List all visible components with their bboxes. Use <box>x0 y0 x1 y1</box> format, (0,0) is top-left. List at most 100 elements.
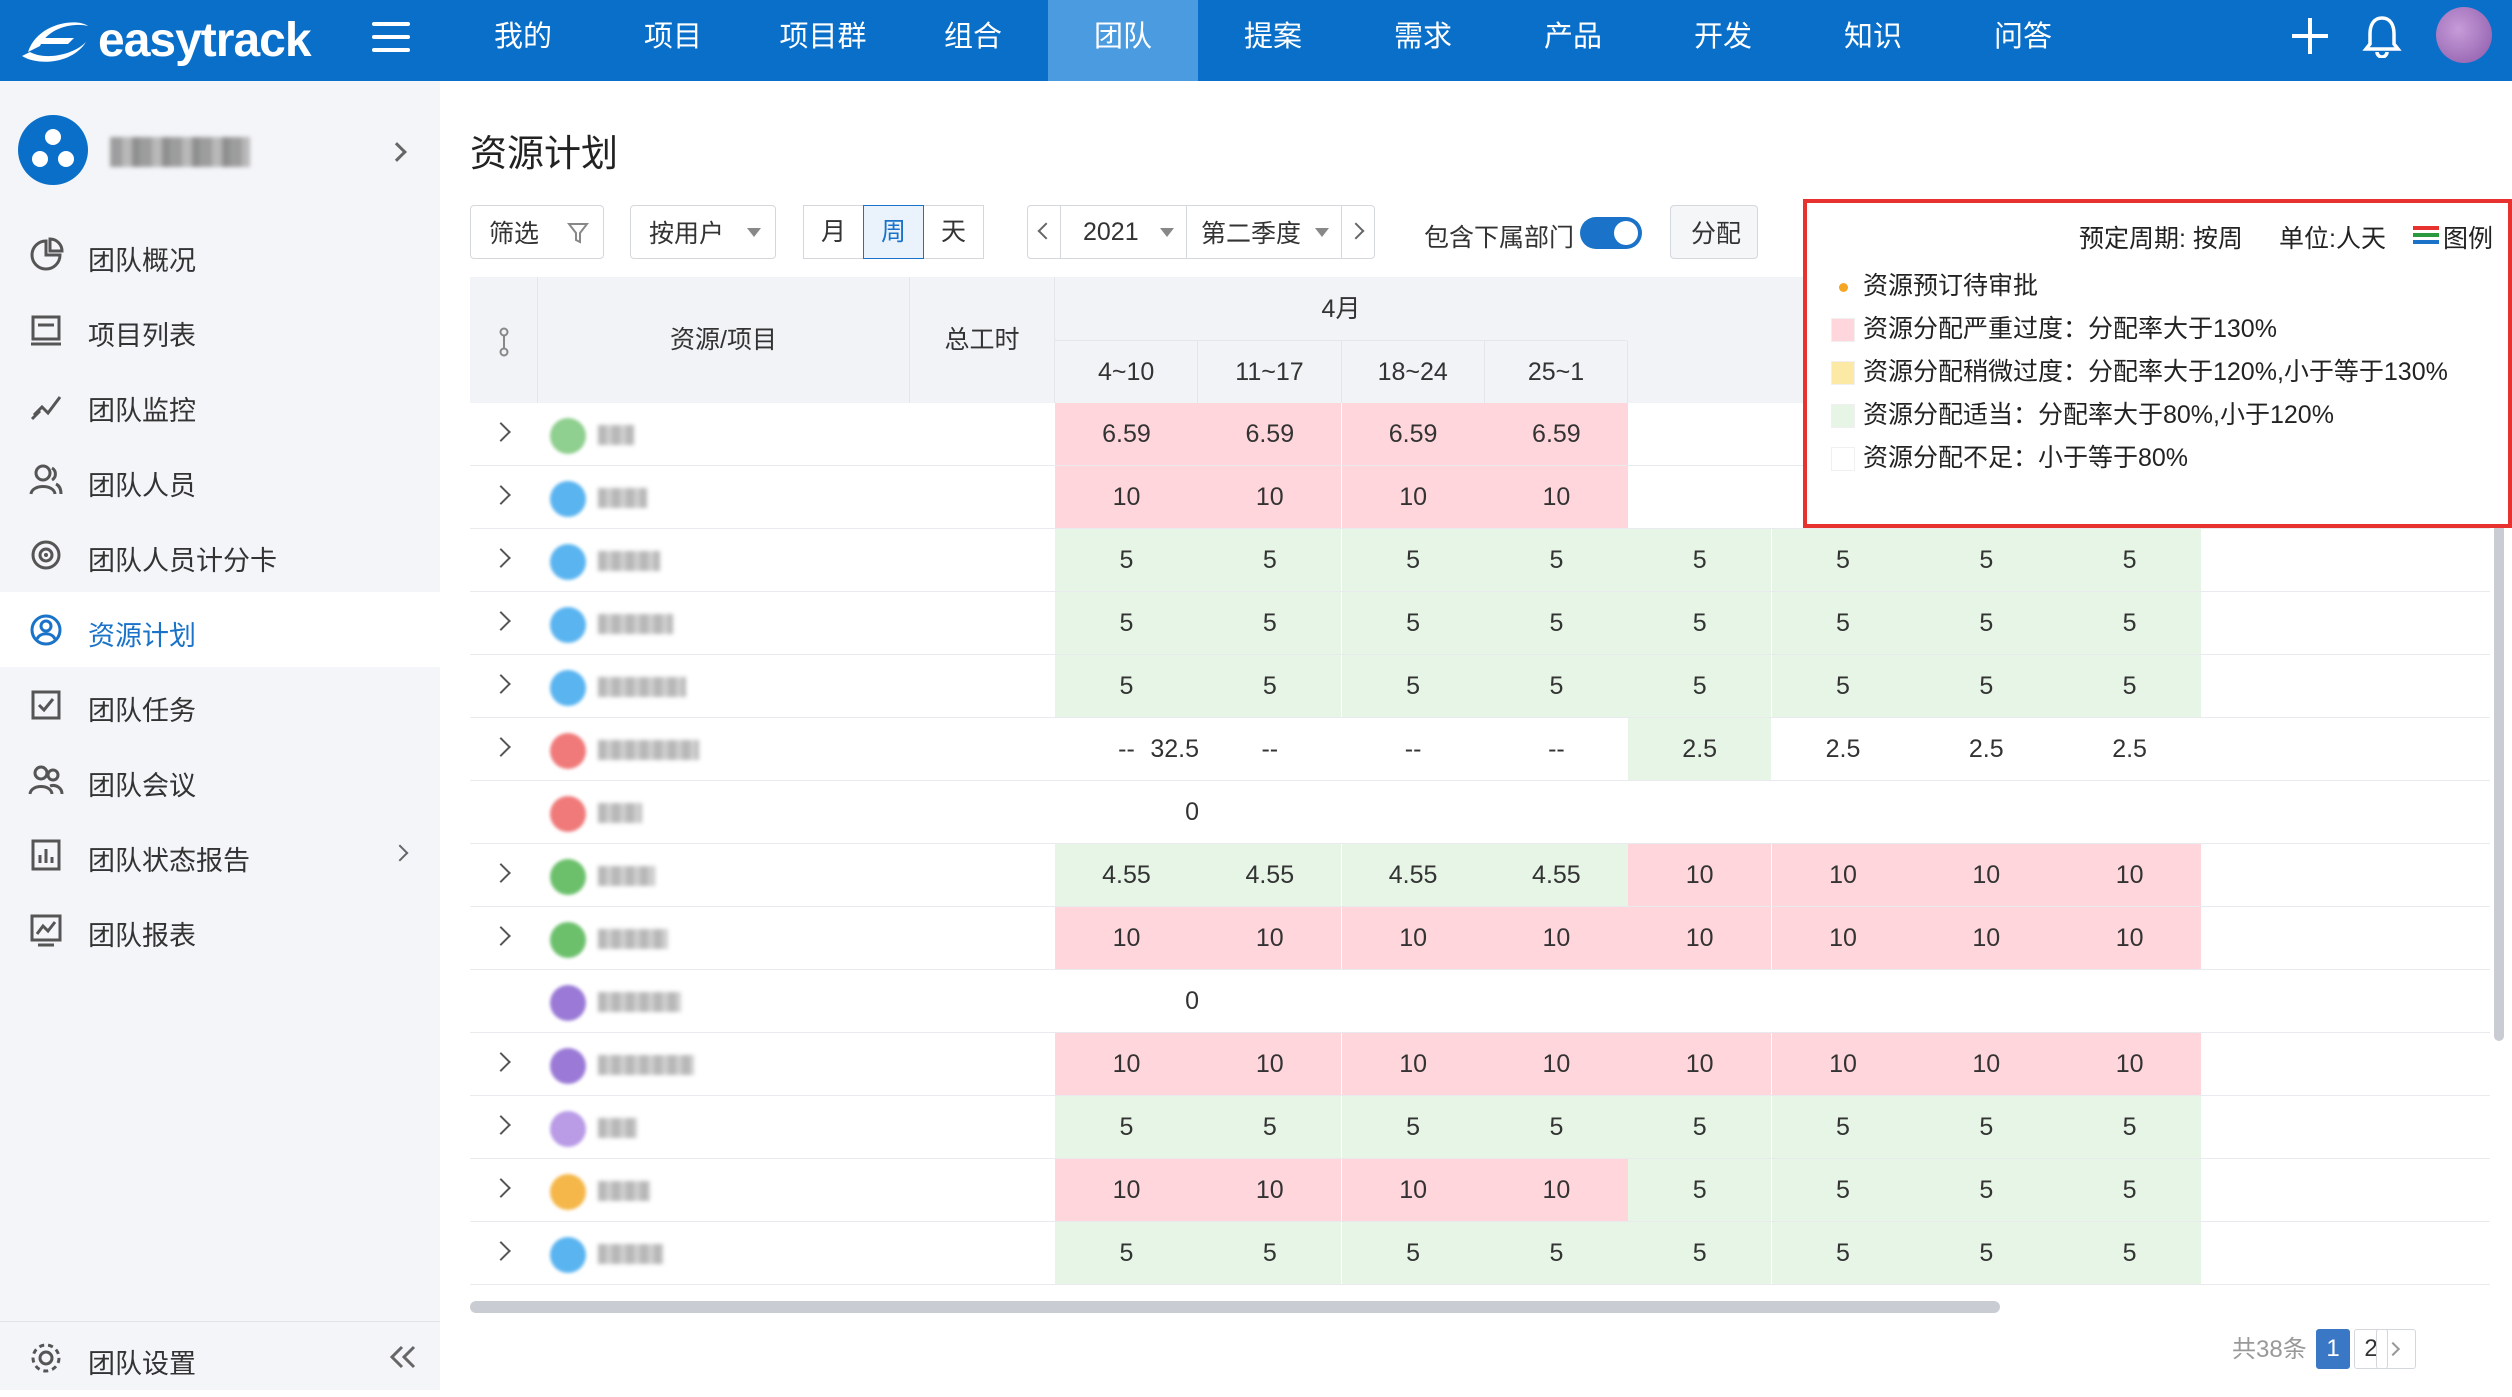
expand-row-icon[interactable] <box>491 1115 511 1135</box>
expand-row-icon[interactable] <box>491 611 511 631</box>
allocation-cell[interactable] <box>1055 781 1198 843</box>
include-sub-toggle[interactable] <box>1580 217 1642 249</box>
bell-icon[interactable] <box>2362 14 2402 58</box>
nav-item[interactable]: 开发 <box>1648 0 1798 81</box>
period-tab[interactable]: 月 <box>803 205 864 259</box>
allocation-cell[interactable]: 5 <box>1771 529 1915 591</box>
expand-row-icon[interactable] <box>491 1241 511 1261</box>
allocation-cell[interactable]: 2.5 <box>2058 718 2201 780</box>
table-row[interactable]: 0 <box>470 781 2490 844</box>
allocation-cell[interactable]: 5 <box>1771 592 1915 654</box>
allocation-cell[interactable]: 5 <box>1628 655 1772 717</box>
allocation-cell[interactable]: 5 <box>1628 1096 1772 1158</box>
expand-row-icon[interactable] <box>491 1052 511 1072</box>
allocation-cell[interactable]: 5 <box>2058 1222 2202 1284</box>
add-icon[interactable] <box>2288 14 2332 58</box>
allocation-cell[interactable] <box>1772 970 1915 1032</box>
allocation-cell[interactable]: 10 <box>2058 844 2202 906</box>
allocation-cell[interactable]: 5 <box>1771 1159 1915 1221</box>
table-row[interactable]: 5555555555 <box>470 1222 2490 1285</box>
allocation-cell[interactable]: 5 <box>2058 529 2202 591</box>
allocation-cell[interactable]: 5 <box>1341 1222 1485 1284</box>
allocation-cell[interactable]: 5 <box>1484 1222 1628 1284</box>
allocation-cell[interactable]: -- <box>1485 718 1628 780</box>
nav-item[interactable]: 项目群 <box>748 0 898 81</box>
allocation-cell[interactable]: 4.55 <box>1055 844 1198 906</box>
group-by-select[interactable]: 按用户 <box>630 205 776 259</box>
allocation-cell[interactable]: 10 <box>1198 907 1342 969</box>
allocation-cell[interactable]: 5 <box>1628 592 1772 654</box>
table-row[interactable]: 5555555555 <box>470 592 2490 655</box>
expand-row-icon[interactable] <box>491 1178 511 1198</box>
allocation-cell[interactable]: 5 <box>1771 1096 1915 1158</box>
allocation-cell[interactable]: 10 <box>1628 1033 1772 1095</box>
allocation-cell[interactable]: 5 <box>2058 1096 2202 1158</box>
expand-row-icon[interactable] <box>491 926 511 946</box>
allocation-cell[interactable]: 5 <box>1055 655 1198 717</box>
expand-row-icon[interactable] <box>491 674 511 694</box>
allocation-cell[interactable]: 2.5 <box>1628 718 1772 780</box>
allocation-cell[interactable]: 5 <box>2058 655 2202 717</box>
allocation-cell[interactable]: 5 <box>1341 529 1485 591</box>
allocation-cell[interactable]: 10 <box>1484 1033 1628 1095</box>
user-avatar[interactable] <box>2436 7 2492 63</box>
allocation-cell[interactable] <box>1772 781 1915 843</box>
expand-row-icon[interactable] <box>491 863 511 883</box>
allocation-cell[interactable] <box>1198 781 1341 843</box>
allocation-cell[interactable] <box>2058 781 2201 843</box>
allocation-cell[interactable]: 5 <box>2058 1159 2202 1221</box>
allocation-cell[interactable]: 5 <box>1055 529 1198 591</box>
allocation-cell[interactable] <box>1198 970 1341 1032</box>
filter-button[interactable]: 筛选 <box>470 205 604 259</box>
prev-period-button[interactable] <box>1027 205 1061 259</box>
allocation-cell[interactable]: 10 <box>1055 907 1198 969</box>
brand-logo[interactable]: easytrack <box>18 8 312 72</box>
table-row[interactable]: 1101010101010101010 <box>470 907 2490 970</box>
allocation-cell[interactable] <box>1628 466 1771 528</box>
allocation-cell[interactable]: 10 <box>1484 1159 1628 1221</box>
allocation-cell[interactable] <box>1628 970 1771 1032</box>
allocation-cell[interactable] <box>1485 970 1628 1032</box>
table-row[interactable]: 5555555555 <box>470 655 2490 718</box>
sidebar-item-settings[interactable]: 团队设置 <box>0 1322 440 1397</box>
allocation-cell[interactable]: 10 <box>1198 1159 1342 1221</box>
allocation-cell[interactable]: 10 <box>1628 844 1772 906</box>
sidebar-item[interactable]: 团队状态报告 <box>0 817 440 892</box>
expand-row-icon[interactable] <box>491 548 511 568</box>
allocation-cell[interactable] <box>1055 970 1198 1032</box>
sidebar-item[interactable]: 团队监控 <box>0 367 440 442</box>
table-row[interactable]: 32.5 -- -- -- -- 2.5 2.5 2.5 2.5 <box>470 718 2490 781</box>
expand-row-icon[interactable] <box>491 737 511 757</box>
allocation-cell[interactable] <box>1915 781 2058 843</box>
allocation-cell[interactable]: 5 <box>1484 529 1628 591</box>
allocation-cell[interactable]: 10 <box>1914 907 2058 969</box>
sidebar-item[interactable]: 团队任务 <box>0 667 440 742</box>
allocation-cell[interactable]: 5 <box>1198 592 1342 654</box>
period-tab[interactable]: 周 <box>863 205 924 259</box>
sidebar-item[interactable]: 团队人员 <box>0 442 440 517</box>
allocation-cell[interactable]: 10 <box>1341 907 1485 969</box>
allocation-cell[interactable]: 10 <box>1341 1159 1485 1221</box>
allocation-cell[interactable]: 5 <box>1055 1096 1198 1158</box>
allocation-cell[interactable]: 10 <box>1198 466 1342 528</box>
allocation-cell[interactable]: 5 <box>1055 1222 1198 1284</box>
allocation-cell[interactable]: 5 <box>1771 1222 1915 1284</box>
column-settings-cell[interactable] <box>470 277 538 403</box>
allocation-cell[interactable]: 10 <box>1914 844 2058 906</box>
allocation-cell[interactable]: 10 <box>1771 907 1915 969</box>
nav-item[interactable]: 提案 <box>1198 0 1348 81</box>
allocation-cell[interactable]: -- <box>1342 718 1485 780</box>
table-row[interactable]: 1201010101010101010 <box>470 1033 2490 1096</box>
year-select[interactable]: 2021 <box>1060 205 1187 259</box>
allocation-cell[interactable]: 5 <box>2058 592 2202 654</box>
allocation-cell[interactable]: 2.5 <box>1772 718 1915 780</box>
allocation-cell[interactable]: 5 <box>1914 655 2058 717</box>
allocation-cell[interactable]: 10 <box>1771 1033 1915 1095</box>
allocation-cell[interactable] <box>1628 403 1771 465</box>
allocation-cell[interactable]: 10 <box>1198 1033 1342 1095</box>
allocation-cell[interactable] <box>2058 970 2201 1032</box>
allocation-cell[interactable]: 10 <box>1055 1033 1198 1095</box>
allocation-cell[interactable]: 10 <box>1055 1159 1198 1221</box>
collapse-sidebar-icon[interactable] <box>388 1344 418 1370</box>
allocation-cell[interactable]: 5 <box>1914 592 2058 654</box>
